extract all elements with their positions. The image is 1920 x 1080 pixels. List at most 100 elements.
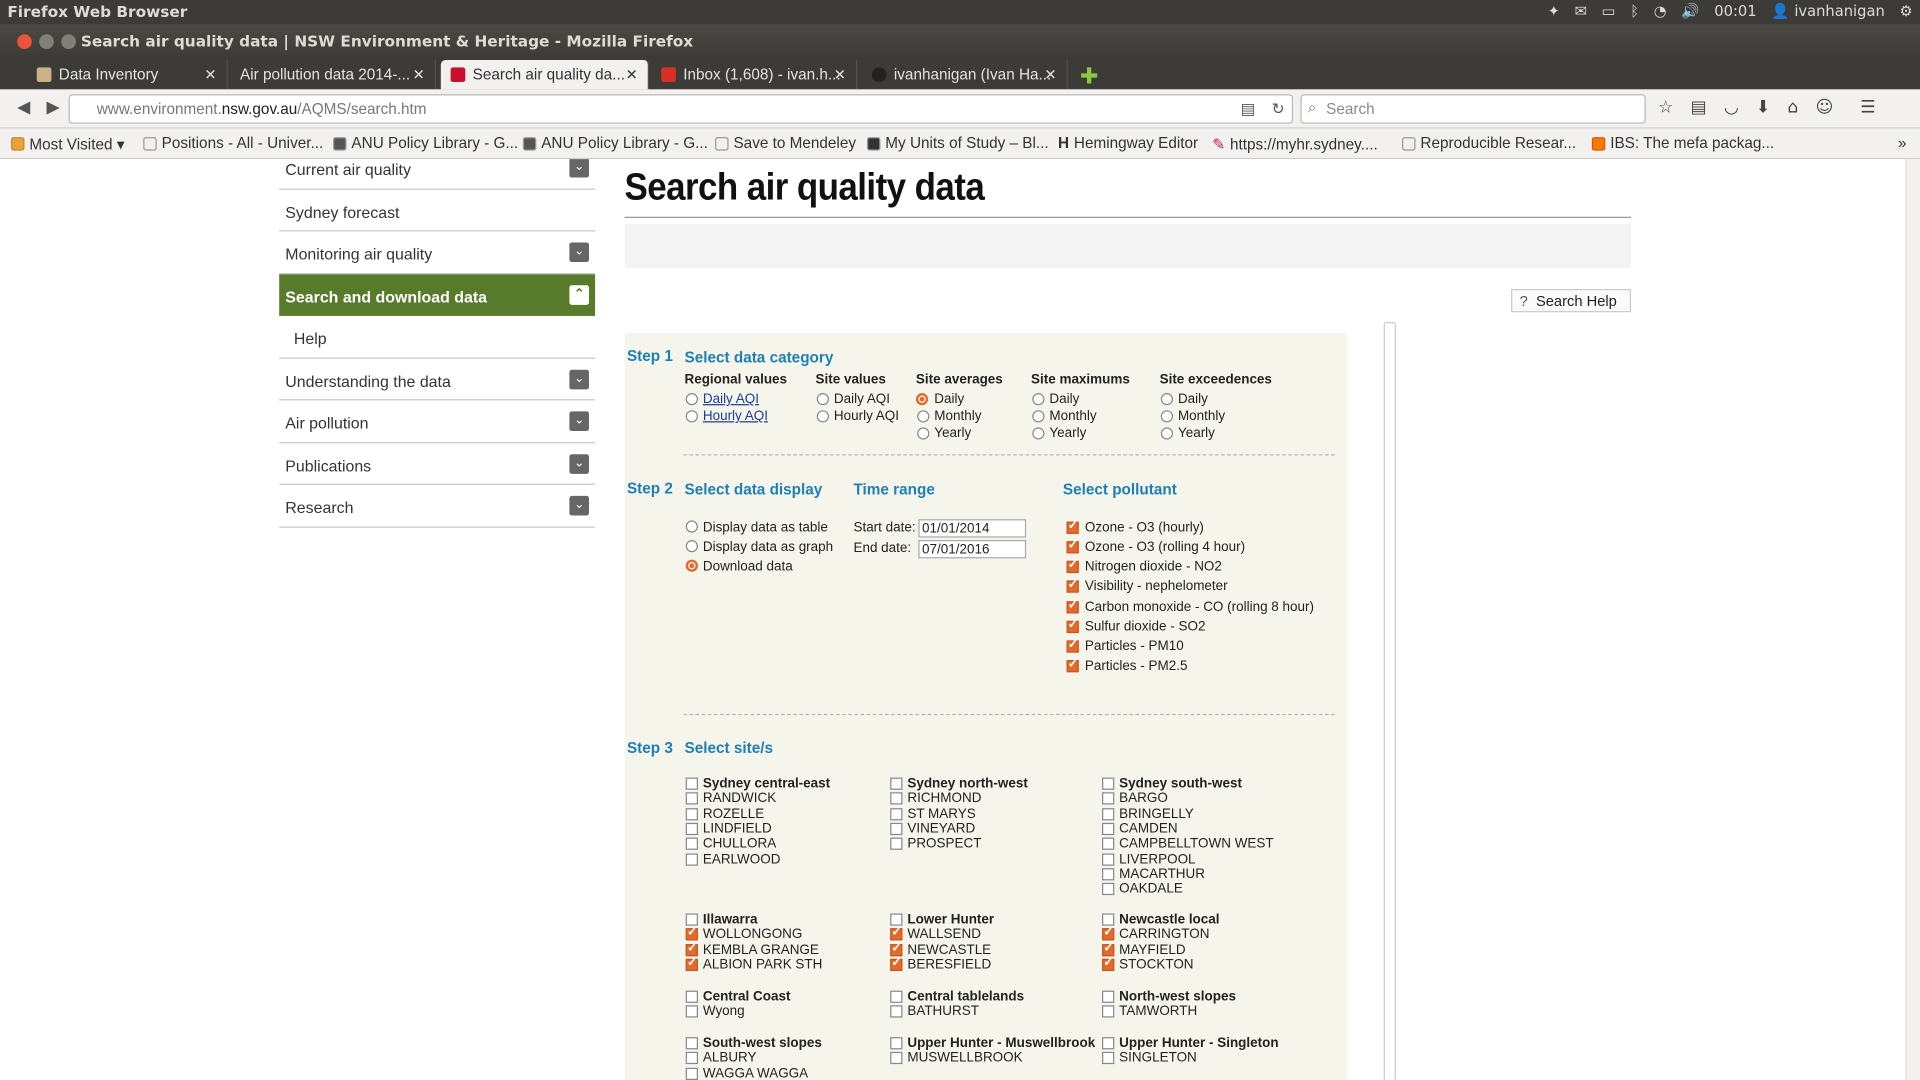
radio-averages-yearly[interactable] <box>917 427 930 440</box>
radio-site-daily-aqi[interactable] <box>816 393 829 406</box>
site-checkbox[interactable] <box>1102 926 1115 941</box>
close-tab-icon[interactable]: ✕ <box>626 66 638 83</box>
site-checkbox[interactable] <box>685 822 698 835</box>
sidenav-air-pollution[interactable]: Air pollution ⌄ <box>279 400 596 443</box>
site-checkbox[interactable] <box>685 1005 698 1018</box>
chevron-down-icon[interactable]: ⌄ <box>569 411 589 432</box>
bookmark-anu-policy-1[interactable]: ANU Policy Library - G... <box>333 135 518 152</box>
sidenav-monitoring-air-quality[interactable]: Monitoring air quality ⌄ <box>279 231 596 274</box>
site-checkbox[interactable] <box>1102 867 1115 881</box>
maximize-window-button[interactable] <box>61 34 76 49</box>
sidenav-search-download-data[interactable]: Search and download data ⌃ <box>279 273 596 316</box>
tab-inbox[interactable]: Inbox (1,608) - ivan.h... ✕ <box>651 60 858 90</box>
user-menu[interactable]: 👤 ivanhanigan <box>1771 2 1884 19</box>
site-checkbox[interactable] <box>890 792 903 805</box>
check-pm25[interactable] <box>1066 658 1079 673</box>
minimize-window-button[interactable] <box>39 34 54 49</box>
site-checkbox[interactable] <box>890 956 903 971</box>
close-tab-icon[interactable]: ✕ <box>834 66 846 83</box>
link-hourly-aqi[interactable]: Hourly AQI <box>703 409 768 424</box>
site-checkbox[interactable] <box>1102 837 1115 851</box>
radio-display-table[interactable] <box>685 520 698 533</box>
tab-air-pollution-data[interactable]: Air pollution data 2014-... ✕ <box>230 60 436 90</box>
tab-data-inventory[interactable]: Data Inventory ✕ <box>27 60 228 90</box>
check-ozone-hourly[interactable] <box>1066 519 1079 534</box>
check-visibility[interactable] <box>1066 578 1079 593</box>
check-so2[interactable] <box>1066 618 1079 634</box>
mail-icon[interactable]: ✉ <box>1575 2 1587 19</box>
bookmark-reproducible[interactable]: Reproducible Resear... <box>1402 135 1576 152</box>
region-checkbox[interactable] <box>1102 1037 1115 1050</box>
dropbox-icon[interactable]: ✦ <box>1548 2 1560 19</box>
site-checkbox[interactable] <box>890 941 903 956</box>
end-date-input[interactable]: 07/01/2016 <box>918 540 1027 559</box>
region-checkbox[interactable] <box>890 1037 903 1050</box>
tab-github[interactable]: ivanhanigan (Ivan Ha... ✕ <box>862 60 1068 90</box>
site-checkbox[interactable] <box>685 807 698 820</box>
start-date-input[interactable]: 01/01/2014 <box>918 519 1027 538</box>
gear-icon[interactable]: ⚙ <box>1899 2 1912 19</box>
radio-exceedences-monthly[interactable] <box>1160 410 1174 423</box>
battery-icon[interactable]: ▭ <box>1602 2 1616 19</box>
url-bar[interactable]: www.environment.nsw.gov.au/AQMS/search.h… <box>68 94 1294 124</box>
site-checkbox[interactable] <box>1102 822 1115 835</box>
region-checkbox[interactable] <box>890 990 903 1003</box>
new-tab-plus-icon[interactable]: ✚ <box>1080 64 1098 90</box>
bookmark-hemingway[interactable]: H Hemingway Editor <box>1058 135 1198 152</box>
radio-exceedences-daily[interactable] <box>1160 393 1174 406</box>
radio-download-data[interactable] <box>685 559 698 572</box>
chevron-down-icon[interactable]: ⌄ <box>569 369 589 389</box>
bookmark-star-icon[interactable]: ☆ <box>1658 98 1673 118</box>
radio-averages-monthly[interactable] <box>917 410 930 423</box>
sidenav-research[interactable]: Research ⌄ <box>279 485 596 528</box>
site-checkbox[interactable] <box>1102 852 1115 866</box>
bluetooth-icon[interactable]: ᛒ <box>1630 2 1639 19</box>
form-scrollbar[interactable] <box>1383 322 1396 1080</box>
site-checkbox[interactable] <box>1102 882 1115 896</box>
page-scrollbar[interactable] <box>1905 159 1920 1080</box>
bookmark-anu-policy-2[interactable]: ANU Policy Library - G... <box>522 135 708 152</box>
bookmark-ibs-mefa[interactable]: IBS: The mefa packag... <box>1591 135 1774 152</box>
close-window-button[interactable] <box>17 34 32 49</box>
chevron-down-icon[interactable]: ⌄ <box>569 242 589 263</box>
close-tab-icon[interactable]: ✕ <box>1044 66 1056 83</box>
radio-exceedences-yearly[interactable] <box>1160 427 1174 440</box>
pocket-icon[interactable]: ◡ <box>1724 98 1739 118</box>
bookmark-myhr[interactable]: ✎ https://myhr.sydney.... <box>1212 135 1377 153</box>
bookmark-positions[interactable]: Positions - All - Univer... <box>143 135 323 152</box>
site-checkbox[interactable] <box>890 822 903 835</box>
site-checkbox[interactable] <box>685 1052 698 1065</box>
site-checkbox[interactable] <box>685 792 698 805</box>
site-checkbox[interactable] <box>890 926 903 941</box>
site-checkbox[interactable] <box>890 807 903 820</box>
site-checkbox[interactable] <box>1102 792 1115 805</box>
link-daily-aqi[interactable]: Daily AQI <box>703 392 759 407</box>
radio-averages-daily[interactable] <box>915 393 929 406</box>
site-checkbox[interactable] <box>685 926 698 941</box>
forward-arrow-icon[interactable]: ▶ <box>47 98 60 118</box>
check-ozone-rolling[interactable] <box>1066 539 1079 554</box>
sidenav-help[interactable]: Help <box>279 316 596 359</box>
sidenav-understanding-data[interactable]: Understanding the data ⌄ <box>279 358 596 401</box>
region-checkbox[interactable] <box>890 913 903 926</box>
tab-search-air-quality[interactable]: Search air quality da... ✕ <box>440 60 649 90</box>
radio-regional-hourly-aqi[interactable] <box>685 410 698 423</box>
sidenav-current-air-quality[interactable]: Current air quality ⌄ <box>279 159 596 190</box>
site-checkbox[interactable] <box>1102 1005 1115 1018</box>
radio-maximums-daily[interactable] <box>1032 393 1045 406</box>
reload-icon[interactable]: ↻ <box>1272 99 1285 117</box>
radio-regional-daily-aqi[interactable] <box>685 393 698 406</box>
bookmark-units-of-study[interactable]: My Units of Study – Bl... <box>866 135 1049 152</box>
site-checkbox[interactable] <box>890 1052 903 1065</box>
reader-view-icon[interactable]: ▤ <box>1241 99 1255 117</box>
site-checkbox[interactable] <box>1102 956 1115 971</box>
region-checkbox[interactable] <box>1102 990 1115 1003</box>
site-checkbox[interactable] <box>890 1005 903 1018</box>
radio-display-graph[interactable] <box>685 540 698 553</box>
site-checkbox[interactable] <box>685 852 698 866</box>
region-checkbox[interactable] <box>685 913 698 926</box>
volume-icon[interactable]: 🔊 <box>1681 2 1699 19</box>
bookmarks-overflow-icon[interactable]: » <box>1898 135 1907 152</box>
site-checkbox[interactable] <box>685 941 698 956</box>
check-co[interactable] <box>1066 599 1079 614</box>
